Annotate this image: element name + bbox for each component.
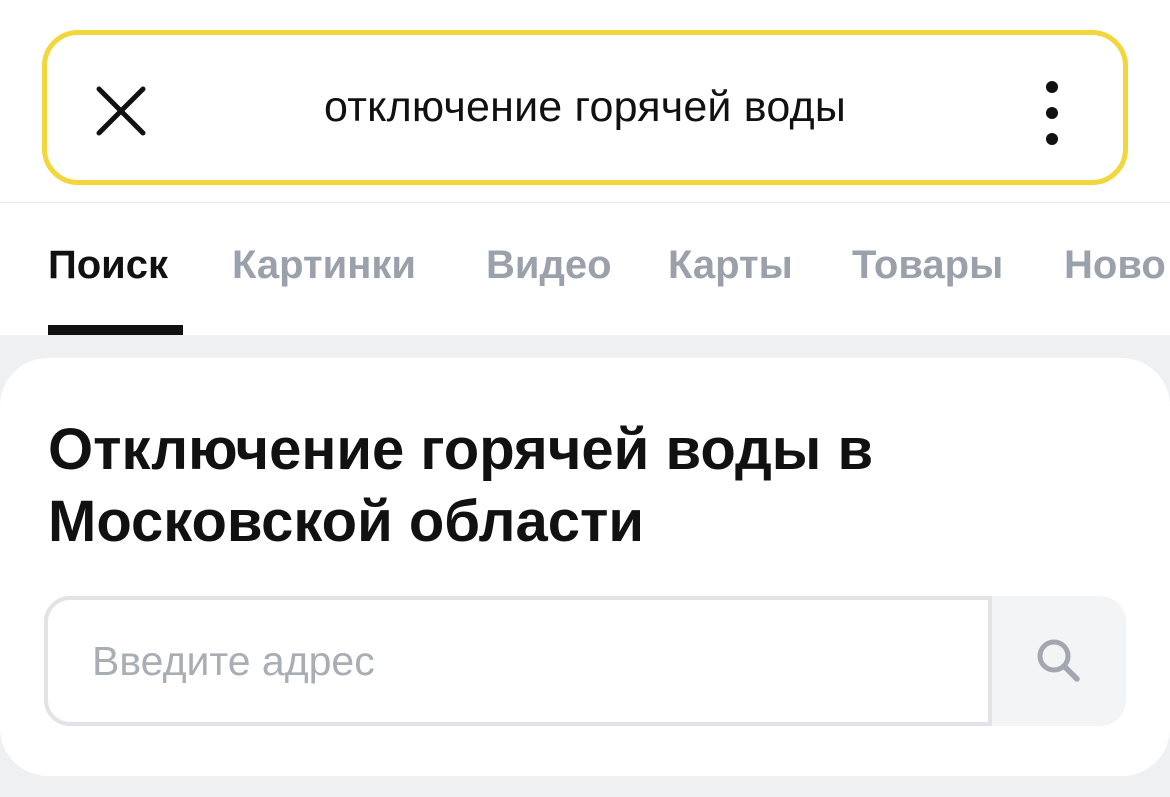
tab-maps[interactable]: Карты [668, 243, 793, 288]
tab-news[interactable]: Ново [1064, 243, 1166, 288]
hot-water-card: Отключение горячей воды в Московской обл… [0, 358, 1170, 776]
card-title: Отключение горячей воды в Московской обл… [48, 417, 874, 554]
more-button[interactable] [1037, 77, 1067, 149]
tab-products[interactable]: Товары [852, 243, 1003, 288]
more-vertical-icon [1046, 81, 1058, 93]
tab-images[interactable]: Картинки [232, 243, 416, 288]
address-input[interactable] [44, 596, 992, 726]
search-query-text[interactable]: отключение горячей воды [167, 35, 1003, 180]
tab-search[interactable]: Поиск [48, 243, 168, 288]
more-vertical-icon [1046, 133, 1058, 145]
active-tab-indicator [48, 325, 183, 335]
close-button[interactable] [91, 81, 151, 141]
search-icon [1037, 639, 1080, 682]
header: отключение горячей воды [0, 0, 1170, 203]
tab-bar: Поиск Картинки Видео Карты Товары Ново [0, 203, 1170, 335]
address-search-form [44, 596, 1126, 726]
page: отключение горячей воды Поиск Картинки В… [0, 0, 1170, 797]
address-search-button[interactable] [992, 596, 1126, 726]
tab-video[interactable]: Видео [486, 243, 612, 288]
more-vertical-icon [1046, 107, 1058, 119]
close-icon [96, 86, 146, 136]
search-bar[interactable]: отключение горячей воды [42, 30, 1128, 185]
